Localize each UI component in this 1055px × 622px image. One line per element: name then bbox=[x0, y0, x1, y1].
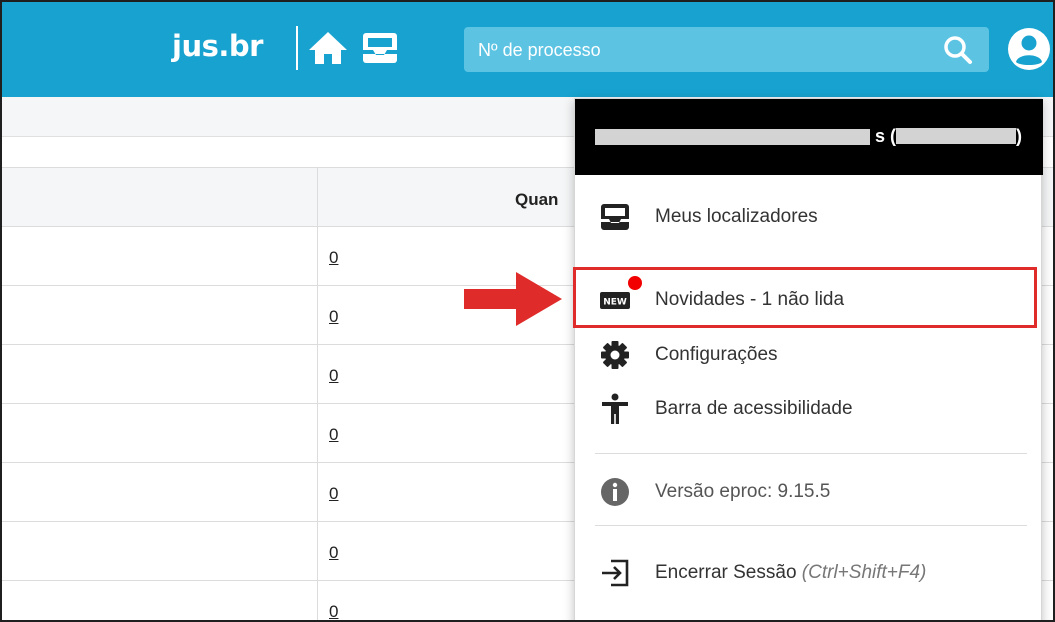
quantity-link[interactable]: 0 bbox=[329, 307, 338, 327]
user-circle-icon bbox=[1008, 28, 1050, 70]
menu-item-label: Barra de acessibilidade bbox=[655, 398, 853, 419]
menu-item-label: Encerrar Sessão (Ctrl+Shift+F4) bbox=[655, 562, 927, 583]
home-button[interactable] bbox=[308, 30, 348, 66]
version-label: Versão eproc: 9.15.5 bbox=[655, 481, 831, 502]
quantity-link[interactable]: 0 bbox=[329, 425, 338, 445]
arrow-icon bbox=[464, 272, 562, 326]
quantity-link[interactable]: 0 bbox=[329, 543, 338, 563]
menu-item-label: Configurações bbox=[655, 344, 778, 365]
inbox-icon bbox=[601, 204, 629, 230]
unread-dot bbox=[626, 274, 644, 292]
user-dropdown-menu: s () Meus localizadores NEW Novidades - … bbox=[574, 98, 1043, 620]
search-button[interactable] bbox=[942, 34, 974, 66]
process-search-box bbox=[464, 27, 989, 72]
inbox-icon bbox=[363, 33, 397, 63]
keyboard-shortcut: (Ctrl+Shift+F4) bbox=[801, 562, 927, 583]
redacted-name bbox=[595, 129, 870, 145]
locators-button[interactable] bbox=[360, 30, 400, 66]
info-icon bbox=[601, 478, 629, 506]
menu-divider bbox=[595, 453, 1027, 454]
menu-item-novidades[interactable]: NEW Novidades - 1 não lida bbox=[595, 280, 1025, 320]
menu-item-configuracoes[interactable]: Configurações bbox=[595, 335, 1025, 375]
search-icon bbox=[944, 36, 972, 64]
column-header-quantity: Quan bbox=[515, 190, 559, 209]
user-name: s () bbox=[595, 126, 1033, 148]
quantity-link[interactable]: 0 bbox=[329, 602, 338, 620]
new-badge-icon: NEW bbox=[600, 292, 630, 309]
user-name-visible-part: s () bbox=[875, 126, 1023, 146]
user-menu-header: s () bbox=[575, 99, 1043, 175]
user-menu-button[interactable] bbox=[1006, 26, 1052, 72]
brand-logo[interactable]: jus.br bbox=[172, 29, 263, 63]
home-icon bbox=[309, 32, 347, 64]
top-bar: jus.br bbox=[2, 2, 1053, 97]
quantity-link[interactable]: 0 bbox=[329, 248, 338, 268]
app-window: jus.br Nº de processo Quan 0 0 0 0 0 0 0… bbox=[0, 0, 1055, 622]
quantity-link[interactable]: 0 bbox=[329, 484, 338, 504]
quantity-link[interactable]: 0 bbox=[329, 366, 338, 386]
logout-icon bbox=[602, 559, 629, 587]
menu-item-meus-localizadores[interactable]: Meus localizadores bbox=[595, 197, 1025, 237]
accessibility-icon bbox=[602, 393, 628, 424]
brand-separator bbox=[296, 26, 298, 70]
menu-item-encerrar-sessao[interactable]: Encerrar Sessão (Ctrl+Shift+F4) bbox=[595, 553, 1025, 593]
svg-text:NEW: NEW bbox=[603, 298, 627, 308]
menu-item-label: Meus localizadores bbox=[655, 206, 818, 227]
menu-divider bbox=[595, 525, 1027, 526]
process-number-input[interactable] bbox=[478, 38, 928, 62]
version-info: Versão eproc: 9.15.5 bbox=[595, 472, 1025, 512]
redacted-id bbox=[896, 128, 1017, 144]
menu-item-barra-acessibilidade[interactable]: Barra de acessibilidade bbox=[595, 389, 1025, 429]
gear-icon bbox=[601, 341, 629, 369]
column-divider bbox=[317, 167, 318, 620]
menu-item-label: Novidades - 1 não lida bbox=[655, 289, 845, 310]
